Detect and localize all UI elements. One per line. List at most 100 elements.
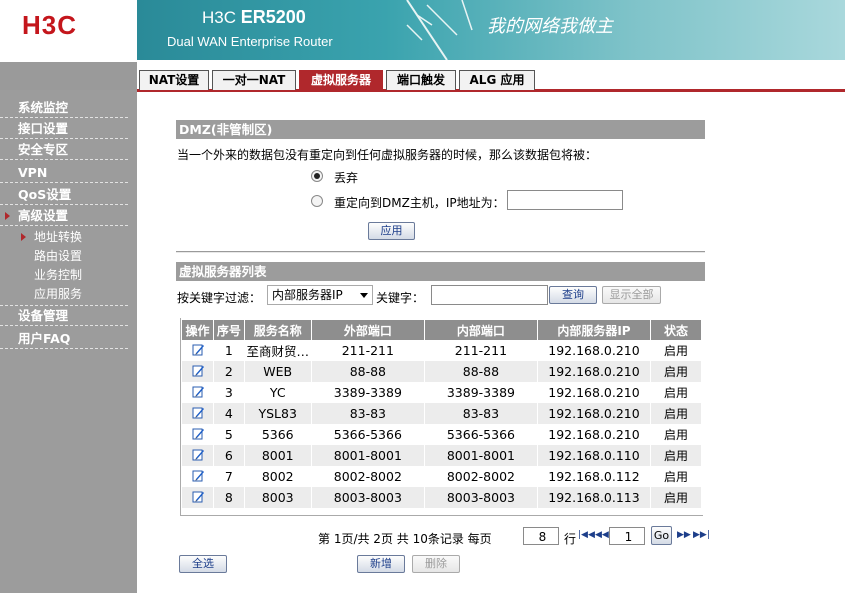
go-button[interactable]: Go bbox=[651, 526, 672, 545]
index-cell: 5 bbox=[213, 424, 245, 445]
internal-port-cell: 8003-8003 bbox=[424, 487, 538, 508]
show-all-button[interactable]: 显示全部 bbox=[602, 286, 661, 304]
edit-icon[interactable] bbox=[192, 448, 204, 461]
table-header-row: 操作 序号 服务名称 外部端口 内部端口 内部服务器IP 状态 bbox=[182, 320, 702, 340]
internal-port-cell: 211-211 bbox=[424, 340, 538, 361]
prev-page-icon[interactable]: ◀◀ bbox=[595, 530, 609, 540]
sidebar-item-system-monitor[interactable]: 系统监控 bbox=[0, 98, 128, 118]
product-prefix: H3C bbox=[202, 8, 237, 27]
per-page-input[interactable]: 8 bbox=[523, 527, 559, 545]
sidebar-item-interface[interactable]: 接口设置 bbox=[0, 119, 128, 139]
goto-page-input[interactable]: 1 bbox=[609, 527, 645, 545]
filter-label: 按关键字过滤： bbox=[177, 291, 262, 305]
keyword-input[interactable] bbox=[431, 285, 548, 305]
col-header-action: 操作 bbox=[182, 320, 215, 340]
sidebar-subitem-nat[interactable]: 地址转换 bbox=[20, 228, 82, 247]
status-cell: 启用 bbox=[650, 487, 702, 508]
tab-port-trigger[interactable]: 端口触发 bbox=[386, 70, 456, 90]
next-page-icon[interactable]: ▶▶ bbox=[677, 530, 691, 540]
product-subtitle: Dual WAN Enterprise Router bbox=[167, 34, 333, 49]
product-model: ER5200 bbox=[240, 7, 306, 27]
keyword-label: 关键字： bbox=[376, 291, 425, 305]
tab-one-to-one-nat[interactable]: 一对一NAT bbox=[212, 70, 296, 90]
edit-cell bbox=[182, 424, 215, 445]
banner-slogan: 我的网络我做主 bbox=[487, 16, 613, 37]
internal-ip-cell: 192.168.0.113 bbox=[537, 487, 652, 508]
table-row: 8 8003 8003-8003 8003-8003 192.168.0.113 启用 bbox=[182, 487, 702, 508]
sidebar-subitem-app-service[interactable]: 应用服务 bbox=[34, 285, 82, 304]
table-row: 7 8002 8002-8002 8002-8002 192.168.0.112 启用 bbox=[182, 466, 702, 487]
edit-icon[interactable] bbox=[192, 490, 204, 503]
edit-cell bbox=[182, 382, 215, 403]
redirect-dmz-radio[interactable] bbox=[311, 195, 323, 207]
table-row: 2 WEB 88-88 88-88 192.168.0.210 启用 bbox=[182, 361, 702, 382]
query-button[interactable]: 查询 bbox=[549, 286, 597, 304]
header-banner: H3C ER5200 Dual WAN Enterprise Router 我的… bbox=[137, 0, 845, 60]
first-page-icon[interactable]: |◀◀ bbox=[578, 530, 595, 540]
apply-button[interactable]: 应用 bbox=[368, 222, 415, 240]
edit-icon[interactable] bbox=[192, 427, 204, 440]
table-row: 1 至商财贸… 211-211 211-211 192.168.0.210 启用 bbox=[182, 340, 702, 361]
service-name-cell: 8002 bbox=[244, 466, 312, 487]
rows-label: 行 bbox=[564, 532, 577, 546]
last-page-icon[interactable]: ▶▶| bbox=[693, 530, 710, 540]
dmz-ip-input[interactable] bbox=[507, 190, 623, 210]
internal-ip-cell: 192.168.0.210 bbox=[537, 382, 652, 403]
sidebar-subitem-service-control[interactable]: 业务控制 bbox=[34, 266, 82, 285]
external-port-cell: 8002-8002 bbox=[311, 466, 425, 487]
internal-ip-cell: 192.168.0.110 bbox=[537, 445, 652, 466]
external-port-cell: 8003-8003 bbox=[311, 487, 425, 508]
tab-alg[interactable]: ALG 应用 bbox=[459, 70, 535, 90]
sidebar-item-vpn[interactable]: VPN bbox=[0, 163, 128, 183]
external-port-cell: 88-88 bbox=[311, 361, 425, 382]
table-row: 4 YSL83 83-83 83-83 192.168.0.210 启用 bbox=[182, 403, 702, 424]
divider bbox=[176, 251, 705, 253]
filter-select[interactable]: 内部服务器IP bbox=[267, 285, 373, 305]
edit-icon[interactable] bbox=[192, 364, 204, 377]
index-cell: 6 bbox=[213, 445, 245, 466]
sidebar-item-advanced[interactable]: 高级设置 bbox=[0, 206, 128, 226]
service-name-cell: 8003 bbox=[244, 487, 312, 508]
table-row: 6 8001 8001-8001 8001-8001 192.168.0.110 启用 bbox=[182, 445, 702, 466]
external-port-cell: 8001-8001 bbox=[311, 445, 425, 466]
delete-button[interactable]: 删除 bbox=[412, 555, 460, 573]
discard-label: 丢弃 bbox=[334, 171, 359, 185]
edit-icon[interactable] bbox=[192, 406, 204, 419]
logo-area: H3C bbox=[0, 0, 137, 62]
edit-icon[interactable] bbox=[192, 343, 204, 356]
external-port-cell: 3389-3389 bbox=[311, 382, 425, 403]
tab-virtual-server[interactable]: 虚拟服务器 bbox=[299, 70, 383, 90]
edit-cell bbox=[182, 445, 215, 466]
vserver-section-title: 虚拟服务器列表 bbox=[176, 262, 705, 281]
sidebar-item-faq[interactable]: 用户FAQ bbox=[0, 329, 128, 349]
edit-icon[interactable] bbox=[192, 469, 204, 482]
edit-cell bbox=[182, 487, 215, 508]
sidebar-item-device-mgmt[interactable]: 设备管理 bbox=[0, 306, 128, 326]
add-button[interactable]: 新增 bbox=[357, 555, 405, 573]
sidebar-item-security[interactable]: 安全专区 bbox=[0, 140, 128, 160]
service-name-cell: YC bbox=[244, 382, 312, 403]
internal-port-cell: 8002-8002 bbox=[424, 466, 538, 487]
status-cell: 启用 bbox=[650, 466, 702, 487]
select-all-button[interactable]: 全选 bbox=[179, 555, 227, 573]
redirect-dmz-label: 重定向到DMZ主机，IP地址为： bbox=[334, 196, 505, 210]
edit-icon[interactable] bbox=[192, 385, 204, 398]
sidebar-item-qos[interactable]: QoS设置 bbox=[0, 185, 128, 205]
logo-gray-strip bbox=[0, 62, 137, 90]
table-row: 3 YC 3389-3389 3389-3389 192.168.0.210 启用 bbox=[182, 382, 702, 403]
tab-nat-settings[interactable]: NAT设置 bbox=[139, 70, 209, 90]
status-cell: 启用 bbox=[650, 382, 702, 403]
index-cell: 1 bbox=[213, 340, 245, 361]
status-cell: 启用 bbox=[650, 340, 702, 361]
edit-cell bbox=[182, 340, 215, 361]
internal-port-cell: 3389-3389 bbox=[424, 382, 538, 403]
index-cell: 3 bbox=[213, 382, 245, 403]
service-name-cell: YSL83 bbox=[244, 403, 312, 424]
col-header-external-port: 外部端口 bbox=[311, 320, 425, 340]
sidebar-subitem-routing[interactable]: 路由设置 bbox=[34, 247, 82, 266]
edit-cell bbox=[182, 403, 215, 424]
internal-port-cell: 5366-5366 bbox=[424, 424, 538, 445]
discard-radio[interactable] bbox=[311, 170, 323, 182]
service-name-cell: 至商财贸… bbox=[244, 340, 312, 361]
service-name-cell: 8001 bbox=[244, 445, 312, 466]
